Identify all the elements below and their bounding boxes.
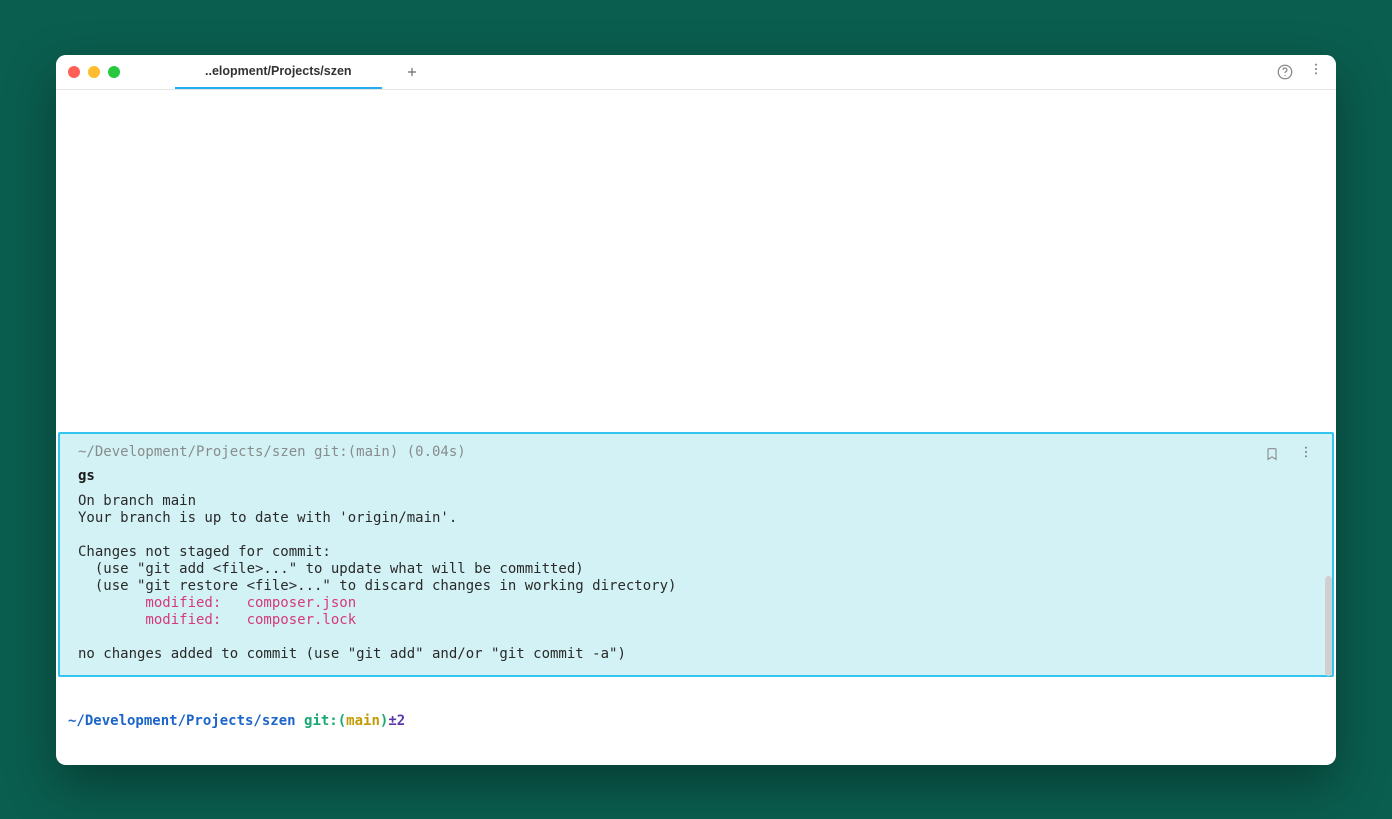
terminal-body[interactable]: ~/Development/Projects/szen git:(main) (… xyxy=(56,90,1336,765)
block-header: ~/Development/Projects/szen git:(main) (… xyxy=(78,444,1314,465)
prompt-paren-open: ( xyxy=(338,713,346,729)
output-line: On branch main xyxy=(78,493,196,509)
output-line: Changes not staged for commit: xyxy=(78,544,331,560)
output-line: (use "git add <file>..." to update what … xyxy=(78,561,584,577)
prompt[interactable]: ~/Development/Projects/szen git:(main)±2 xyxy=(68,713,405,729)
bookmark-icon[interactable] xyxy=(1264,446,1280,462)
output-line: no changes added to commit (use "git add… xyxy=(78,646,626,662)
titlebar-right xyxy=(1276,61,1324,82)
titlebar-menu-icon[interactable] xyxy=(1308,61,1324,82)
prompt-git-label: git: xyxy=(304,713,338,729)
tab-title: ..elopment/Projects/szen xyxy=(205,64,352,78)
output-line: (use "git restore <file>..." to discard … xyxy=(78,578,676,594)
window-maximize-button[interactable] xyxy=(108,66,120,78)
block-header-text: ~/Development/Projects/szen git:(main) (… xyxy=(78,444,466,461)
scrollbar-thumb[interactable] xyxy=(1325,576,1332,676)
output-line-modified: modified: composer.json xyxy=(78,595,356,611)
new-tab-button[interactable] xyxy=(402,62,422,82)
titlebar: ..elopment/Projects/szen xyxy=(56,55,1336,90)
prompt-branch: main xyxy=(346,713,380,729)
block-menu-icon[interactable] xyxy=(1298,444,1314,465)
tabs: ..elopment/Projects/szen xyxy=(175,55,422,89)
window-close-button[interactable] xyxy=(68,66,80,78)
prompt-dirty-indicator: ±2 xyxy=(388,713,405,729)
window-minimize-button[interactable] xyxy=(88,66,100,78)
block-command: gs xyxy=(78,468,1314,485)
tab-active[interactable]: ..elopment/Projects/szen xyxy=(175,55,382,89)
output-line-modified: modified: composer.lock xyxy=(78,612,356,628)
prompt-path: ~/Development/Projects/szen xyxy=(68,713,296,729)
help-icon[interactable] xyxy=(1276,63,1294,81)
block-output: On branch main Your branch is up to date… xyxy=(78,493,1314,664)
terminal-window: ..elopment/Projects/szen xyxy=(56,55,1336,765)
block-header-actions xyxy=(1264,444,1314,465)
traffic-lights xyxy=(68,66,120,78)
command-block[interactable]: ~/Development/Projects/szen git:(main) (… xyxy=(58,432,1334,678)
output-line: Your branch is up to date with 'origin/m… xyxy=(78,510,457,526)
